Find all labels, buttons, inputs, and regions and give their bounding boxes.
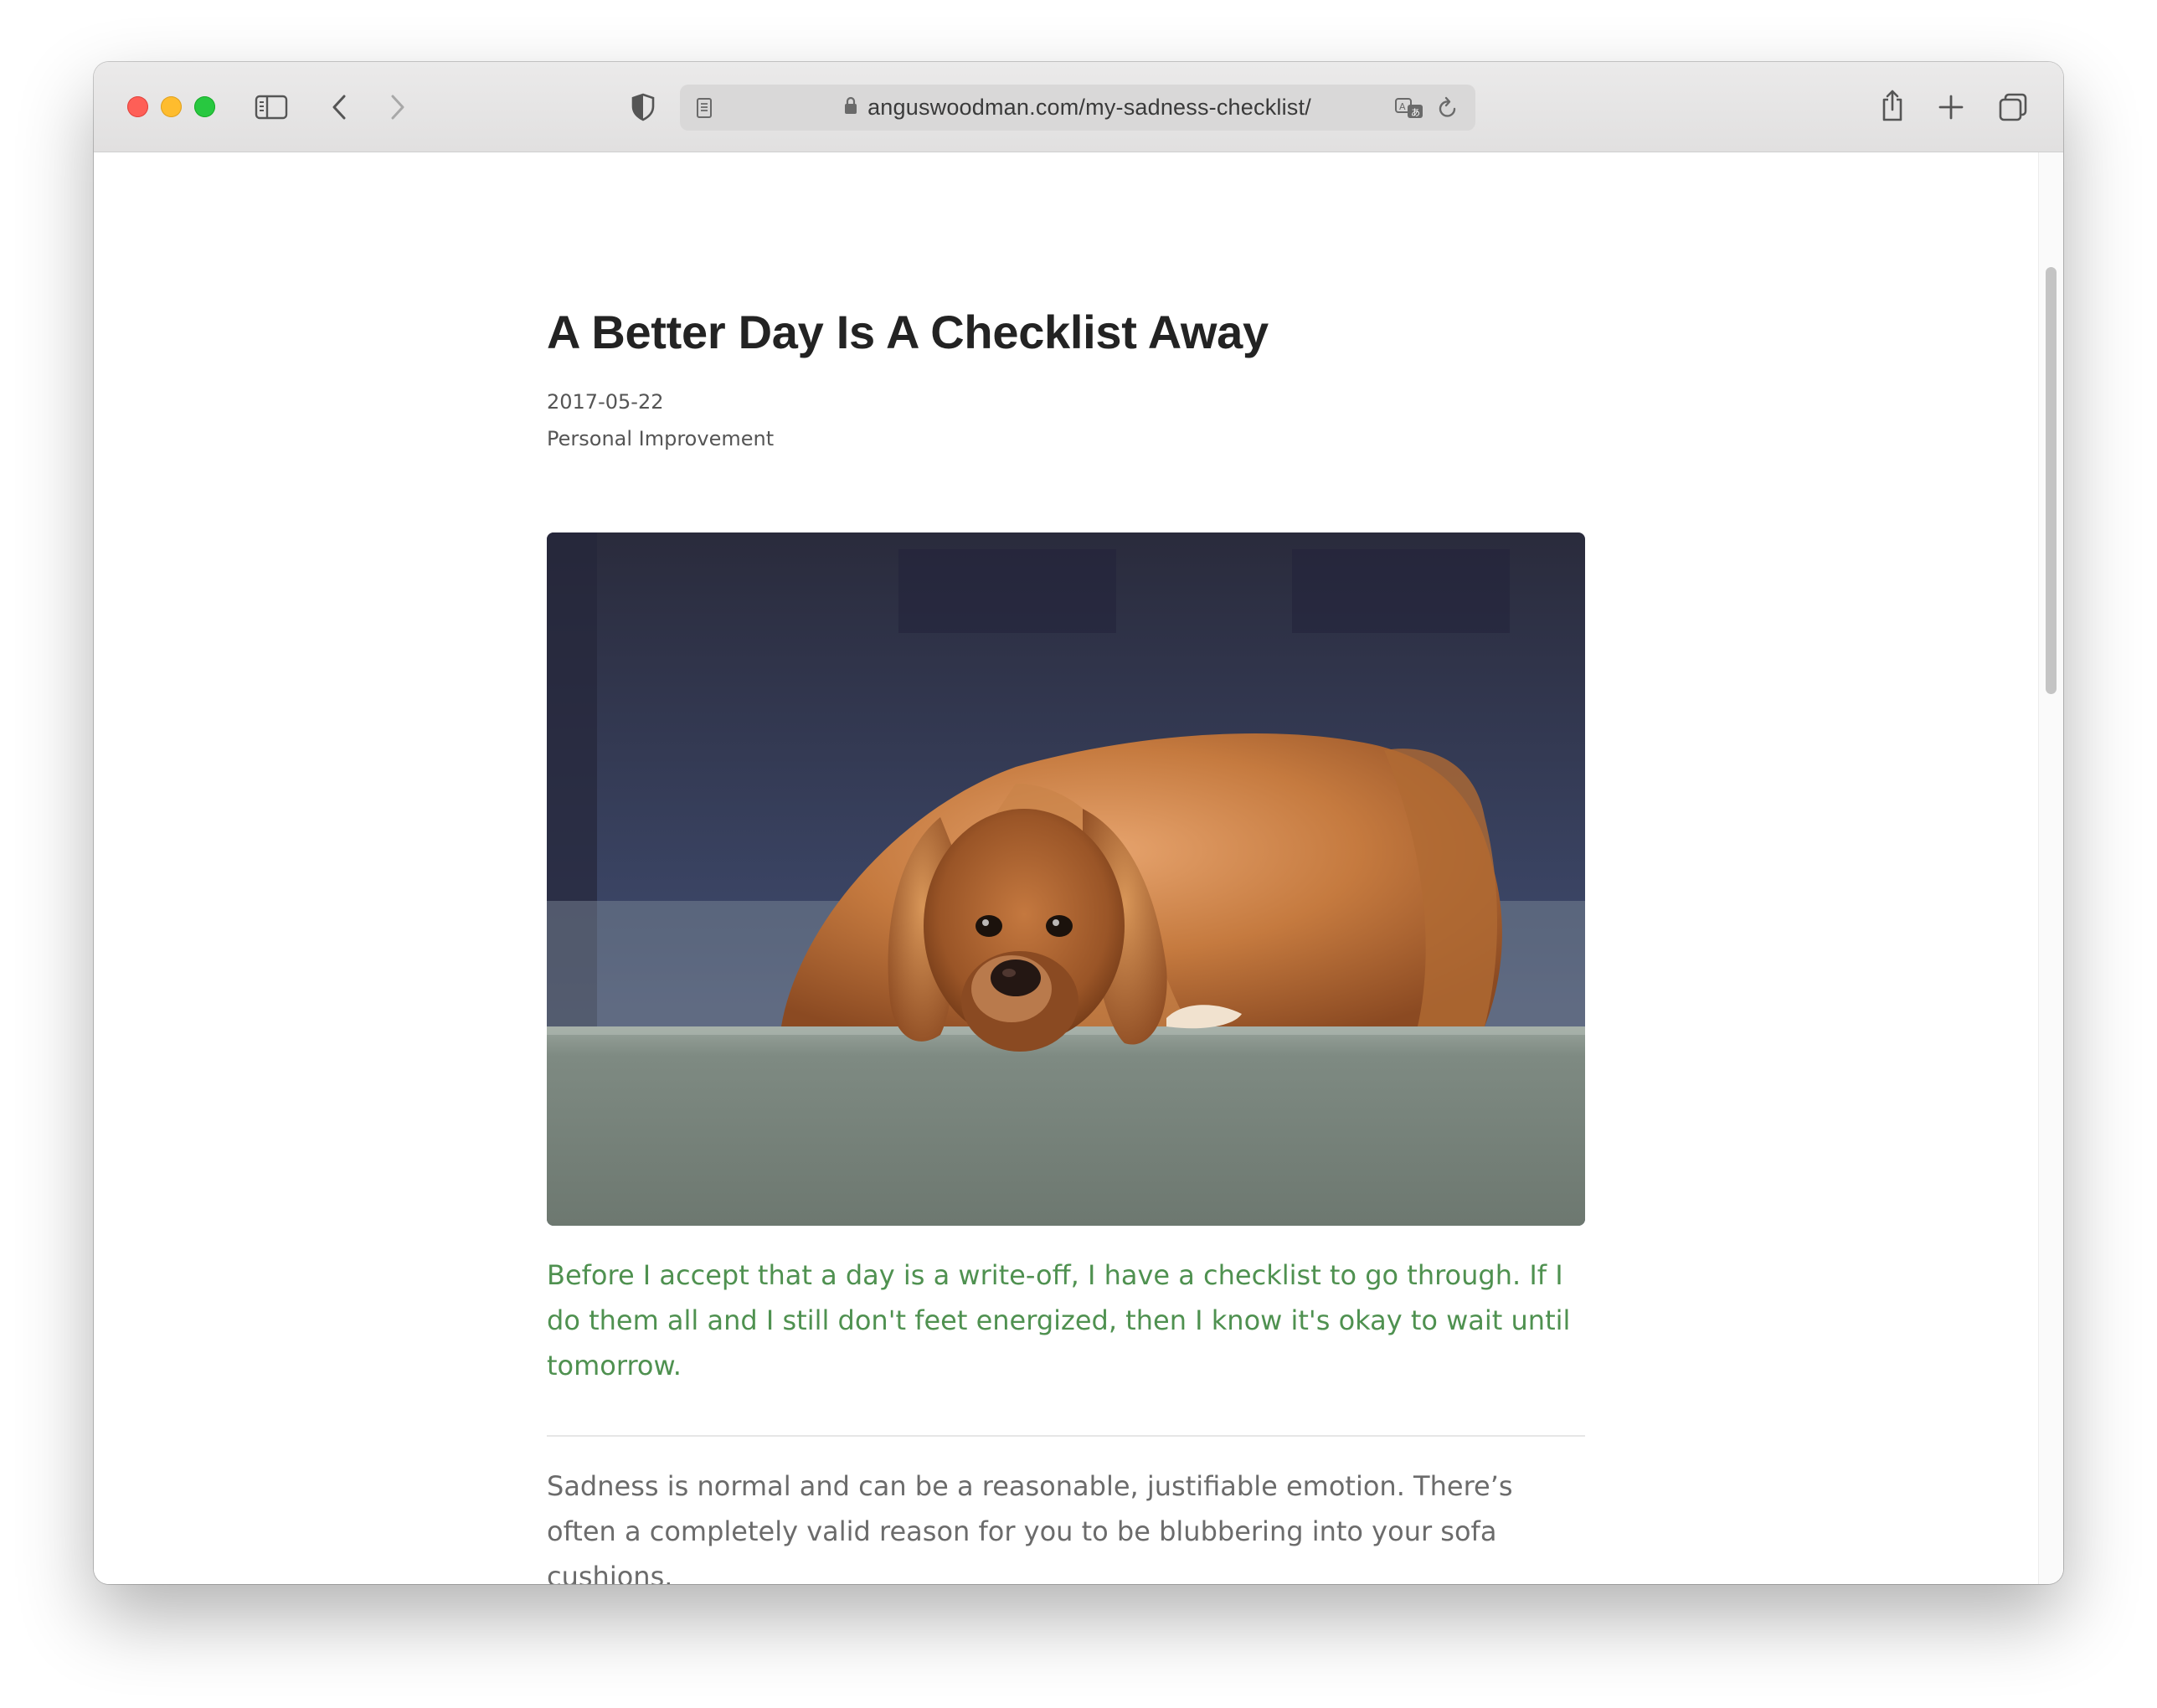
scrollbar-thumb[interactable] <box>2046 267 2057 694</box>
lock-icon <box>844 85 857 131</box>
page-content: A Better Day Is A Checklist Away 2017-05… <box>94 152 2039 1584</box>
article-lead: Before I accept that a day is a write-of… <box>547 1259 1571 1381</box>
hero-image <box>547 532 1585 1226</box>
article-category-link[interactable]: Personal Improvement <box>547 427 774 450</box>
translate-icon[interactable]: A あ <box>1393 94 1427 122</box>
back-arrow-icon[interactable] <box>327 90 352 124</box>
dog-photo-illustration <box>547 532 1585 1226</box>
share-icon[interactable] <box>1877 85 1907 126</box>
address-bar[interactable]: anguswoodman.com/my-sadness-checklist/ A… <box>680 85 1475 131</box>
browser-toolbar: anguswoodman.com/my-sadness-checklist/ A… <box>94 62 2063 152</box>
close-window-button[interactable] <box>127 96 148 117</box>
zoom-window-button[interactable] <box>194 96 215 117</box>
minimize-window-button[interactable] <box>161 96 182 117</box>
article-date: 2017-05-22 <box>547 390 664 414</box>
section-divider <box>547 1435 1585 1437</box>
url-text[interactable]: anguswoodman.com/my-sadness-checklist/ <box>867 85 1311 131</box>
address-text-container: anguswoodman.com/my-sadness-checklist/ <box>680 85 1475 131</box>
article-title: A Better Day Is A Checklist Away <box>547 306 1269 358</box>
reload-icon[interactable] <box>1434 94 1462 122</box>
svg-text:A: A <box>1399 101 1406 112</box>
new-tab-plus-icon[interactable] <box>1936 90 1966 124</box>
browser-window: anguswoodman.com/my-sadness-checklist/ A… <box>94 62 2063 1584</box>
svg-text:あ: あ <box>1411 107 1420 118</box>
forward-arrow-icon[interactable] <box>385 90 410 124</box>
sidebar-toggle-icon[interactable] <box>255 90 288 124</box>
vertical-scrollbar[interactable] <box>2038 152 2063 1584</box>
article-body-paragraph: Sadness is normal and can be a reasonabl… <box>547 1470 1513 1584</box>
privacy-shield-icon[interactable] <box>628 90 658 124</box>
tab-overview-icon[interactable] <box>1996 90 2030 124</box>
